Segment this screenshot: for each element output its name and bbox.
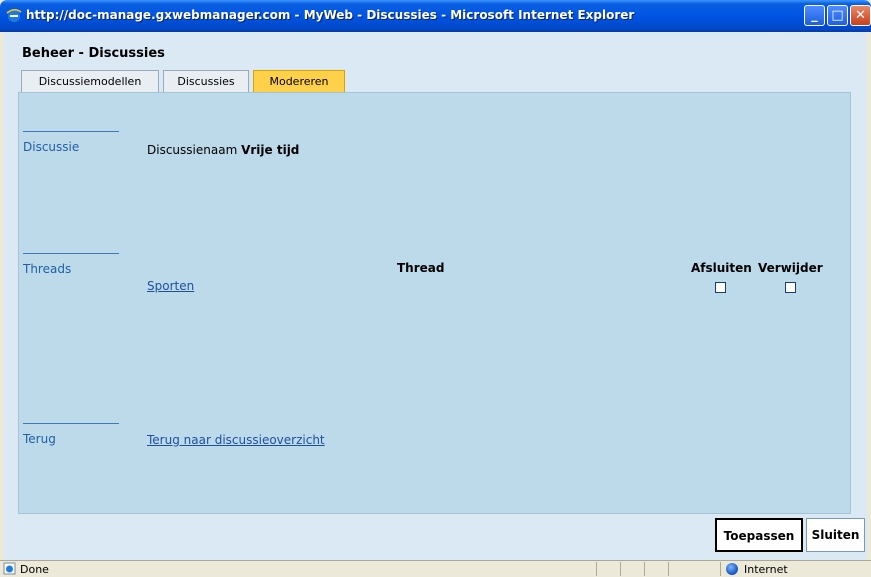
status-text: Done [20, 563, 49, 576]
tab-discussies[interactable]: Discussies [163, 70, 249, 92]
page-icon [3, 562, 16, 575]
tab-modereren[interactable]: Modereren [253, 70, 345, 92]
page-title: Beheer - Discussies [22, 46, 165, 61]
column-header-verwijder: Verwijder [758, 261, 823, 275]
thread-link-sporten[interactable]: Sporten [147, 279, 194, 293]
status-bar: Done Internet [0, 560, 871, 577]
minimize-button[interactable]: _ [804, 5, 825, 26]
maximize-button[interactable]: □ [827, 5, 848, 26]
status-divider [668, 562, 669, 576]
section-label-terug: Terug [23, 423, 119, 446]
globe-icon [726, 563, 738, 575]
close-thread-checkbox[interactable] [715, 282, 726, 293]
column-header-afsluiten: Afsluiten [691, 261, 752, 275]
discussion-name-value: Vrije tijd [241, 143, 300, 157]
status-divider [596, 562, 597, 576]
column-header-thread: Thread [397, 261, 445, 275]
security-zone: Internet [744, 563, 788, 576]
internet-explorer-icon [6, 9, 22, 22]
window-titlebar: http://doc-manage.gxwebmanager.com - MyW… [0, 0, 871, 32]
delete-thread-checkbox[interactable] [785, 282, 796, 293]
discussion-name-row: Discussienaam Vrije tijd [147, 143, 299, 157]
close-button[interactable]: Sluiten [806, 518, 865, 552]
moderation-panel: Discussie Discussienaam Vrije tijd Threa… [18, 92, 851, 514]
apply-button[interactable]: Toepassen [715, 518, 803, 552]
discussion-name-label: Discussienaam [147, 143, 238, 157]
section-label-discussie: Discussie [23, 131, 119, 154]
tab-discussiemodellen[interactable]: Discussiemodellen [21, 70, 159, 92]
back-to-overview-link[interactable]: Terug naar discussieoverzicht [147, 433, 325, 447]
window-title: http://doc-manage.gxwebmanager.com - MyW… [26, 8, 635, 22]
status-divider [620, 562, 621, 576]
status-divider [720, 562, 721, 576]
status-divider [644, 562, 645, 576]
dialog-content: Beheer - Discussies Discussiemodellen Di… [4, 32, 867, 560]
close-window-button[interactable]: ✕ [850, 5, 871, 26]
section-label-threads: Threads [23, 253, 119, 276]
